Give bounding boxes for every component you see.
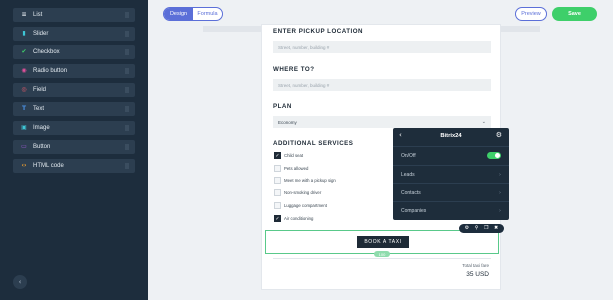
sidebar-item-label: Checkbox xyxy=(33,49,60,55)
checkbox-child-seat[interactable]: ✓ xyxy=(274,152,281,159)
checkbox-pets-allowed[interactable] xyxy=(274,165,281,172)
drag-handle-icon[interactable] xyxy=(125,163,129,169)
checkbox-label: Air conditioning xyxy=(284,216,314,221)
sidebar-item-label: HTML code xyxy=(33,163,64,169)
button-icon: ▭ xyxy=(21,143,27,150)
sidebar-item-image[interactable]: ▣ Image xyxy=(13,121,135,135)
duplicate-icon[interactable]: ❐ xyxy=(484,224,488,233)
checkbox-label: Luggage compartment xyxy=(284,203,327,208)
plan-select[interactable]: Economy ⌄ xyxy=(273,116,491,128)
sidebar-item-label: Text xyxy=(33,106,45,112)
pickup-title: ENTER PICKUP LOCATION xyxy=(273,28,364,35)
slider-icon: ▮ xyxy=(22,30,26,37)
plan-title: PLAN xyxy=(273,103,292,110)
trash-icon[interactable]: ✖ xyxy=(494,224,498,233)
sidebar-item-label: List xyxy=(33,12,43,18)
drag-handle-icon[interactable] xyxy=(125,49,129,55)
sidebar-item-field[interactable]: ◎ Field xyxy=(13,83,135,97)
plan-select-value: Economy xyxy=(278,119,297,125)
sidebar-item-html-code[interactable]: ‹› HTML code xyxy=(13,159,135,173)
preview-button[interactable]: Preview xyxy=(515,7,547,21)
pickup-input[interactable]: Street, number, building # xyxy=(273,41,491,53)
checkbox-label: Non-smoking driver xyxy=(284,190,322,195)
tab-formula[interactable]: Formula xyxy=(193,8,222,20)
gear-icon[interactable]: ⚙ xyxy=(496,131,502,139)
checkbox-pickup-sign[interactable] xyxy=(274,177,281,184)
toggle-knob xyxy=(495,153,500,158)
chevron-right-icon: › xyxy=(499,189,501,196)
onoff-label: On/Off xyxy=(401,152,416,159)
sidebar-item-button[interactable]: ▭ Button xyxy=(13,140,135,154)
mode-tabs: Design Formula xyxy=(163,7,223,21)
sidebar-item-label: Button xyxy=(33,144,51,150)
code-icon: ‹› xyxy=(21,162,27,169)
drag-handle-icon[interactable] xyxy=(125,87,129,93)
drag-handle-icon[interactable] xyxy=(125,144,129,150)
total-label: Total taxi fare xyxy=(462,263,489,268)
destination-input[interactable]: Street, number, building # xyxy=(273,79,491,91)
chevron-right-icon: › xyxy=(499,207,501,214)
book-taxi-button[interactable]: BOOK A TAXI xyxy=(357,236,409,248)
bitrix24-header: ‹ Bitrix24 ⚙ xyxy=(393,128,509,144)
element-size-badge: 100 xyxy=(374,251,390,257)
sidebar-item-radio-button[interactable]: ◉ Radio button xyxy=(13,64,135,78)
checkbox-label: Meet me with a pickup sign xyxy=(284,178,336,183)
sidebar-item-label: Radio button xyxy=(33,68,68,74)
bitrix24-panel: ‹ Bitrix24 ⚙ On/Off Leads › Contacts › C… xyxy=(393,128,509,220)
radio-icon: ◉ xyxy=(21,67,27,74)
checkbox-label: Pets allowed xyxy=(284,166,309,171)
drag-handle-icon[interactable] xyxy=(125,12,129,18)
divider xyxy=(273,258,491,259)
bitrix24-onoff-row: On/Off xyxy=(393,146,509,164)
checkbox-non-smoking[interactable] xyxy=(274,189,281,196)
text-icon: T xyxy=(21,105,27,112)
chevron-right-icon: › xyxy=(499,171,501,178)
drag-handle-icon[interactable] xyxy=(125,68,129,74)
additional-services-title: ADDITIONAL SERVICES xyxy=(273,140,354,147)
bitrix24-row-contacts[interactable]: Contacts › xyxy=(393,183,509,201)
checkbox-air-conditioning[interactable]: ✓ xyxy=(274,215,281,222)
sidebar-item-label: Image xyxy=(33,125,50,131)
sidebar-item-label: Slider xyxy=(33,31,49,37)
chevron-left-icon: ‹ xyxy=(18,278,22,286)
list-icon: ≡ xyxy=(21,11,27,18)
sidebar-item-text[interactable]: T Text xyxy=(13,102,135,116)
drag-handle-icon[interactable] xyxy=(125,125,129,131)
sidebar-item-slider[interactable]: ▮ Slider xyxy=(13,27,135,41)
save-button[interactable]: Save xyxy=(552,7,597,21)
checkbox-icon: ✔ xyxy=(21,48,27,55)
bitrix24-row-companies[interactable]: Companies › xyxy=(393,201,509,219)
gear-icon[interactable]: ⚙ xyxy=(465,224,469,233)
row-label: Leads xyxy=(401,171,415,178)
row-label: Companies xyxy=(401,207,427,214)
sidebar-item-list[interactable]: ≡ List xyxy=(13,8,135,22)
total-value: 35 USD xyxy=(466,271,489,278)
bitrix24-title: Bitrix24 xyxy=(440,133,462,139)
drag-handle-icon[interactable] xyxy=(125,106,129,112)
sidebar: ≡ List ▮ Slider ✔ Checkbox ◉ Radio butto… xyxy=(0,0,148,300)
bitrix24-row-leads[interactable]: Leads › xyxy=(393,165,509,183)
drag-handle-icon[interactable] xyxy=(125,31,129,37)
field-icon: ◎ xyxy=(21,86,27,93)
element-toolbar: ⚙ ⚲ ❐ ✖ xyxy=(459,224,504,233)
back-arrow-icon[interactable]: ‹ xyxy=(399,131,402,139)
tab-design[interactable]: Design xyxy=(164,8,193,20)
where-title: WHERE TO? xyxy=(273,66,315,73)
link-icon[interactable]: ⚲ xyxy=(475,224,479,233)
onoff-toggle[interactable] xyxy=(487,152,501,159)
collapse-sidebar-button[interactable]: ‹ xyxy=(13,275,27,289)
checkbox-luggage[interactable] xyxy=(274,202,281,209)
checkbox-label: Child seat xyxy=(284,153,304,158)
sidebar-item-checkbox[interactable]: ✔ Checkbox xyxy=(13,45,135,59)
image-icon: ▣ xyxy=(21,124,27,131)
sidebar-item-label: Field xyxy=(33,87,47,93)
row-label: Contacts xyxy=(401,189,421,196)
chevron-down-icon: ⌄ xyxy=(481,119,486,125)
